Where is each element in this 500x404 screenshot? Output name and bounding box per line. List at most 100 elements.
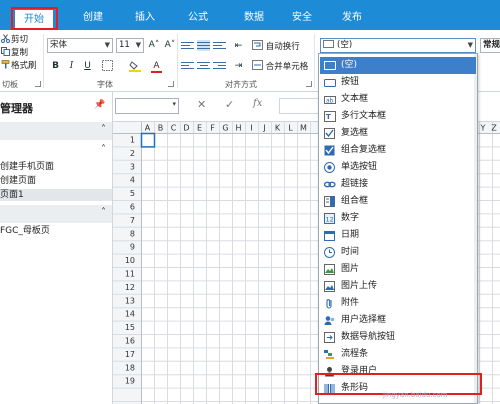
- section-header-1[interactable]: ˄: [0, 122, 112, 140]
- name-box[interactable]: ▾: [115, 98, 179, 114]
- column-header-K: K: [275, 124, 281, 133]
- dropdown-item[interactable]: 超链接: [320, 176, 476, 193]
- dropdown-item[interactable]: 复选框: [320, 125, 476, 142]
- image-control-icon: [324, 264, 336, 275]
- align-center-button[interactable]: [197, 60, 210, 71]
- control-type-select[interactable]: (空) ▼: [320, 38, 476, 53]
- combobox-icon: [324, 196, 336, 207]
- tree-item-page1[interactable]: 页面1: [0, 189, 112, 201]
- dropdown-item[interactable]: 组合复选框: [320, 142, 476, 159]
- border-button[interactable]: [101, 60, 114, 73]
- empty-control-icon: [324, 60, 336, 71]
- tree-item-create-mobile-page[interactable]: 创建手机页面: [0, 161, 112, 173]
- clipboard-launcher[interactable]: [35, 81, 41, 87]
- paint-bucket-icon: [128, 61, 141, 72]
- dropdown-item[interactable]: 流程条: [320, 346, 476, 363]
- collapse-caret-icon: ˄: [101, 144, 106, 155]
- column-header-Z: Z: [491, 124, 497, 133]
- underline-button[interactable]: U: [81, 60, 94, 73]
- number-format-select[interactable]: 常规: [480, 38, 500, 53]
- tab-security[interactable]: 安全: [285, 8, 319, 28]
- section-header-3[interactable]: ˄: [0, 205, 112, 223]
- row-header-11: 11: [125, 270, 135, 279]
- fill-color-button[interactable]: [128, 60, 141, 73]
- wrap-text-button[interactable]: 自动换行: [252, 40, 300, 53]
- dropdown-item-label: 条形码: [341, 383, 369, 393]
- dropdown-item[interactable]: 组合框: [320, 193, 476, 210]
- alignment-launcher[interactable]: [306, 81, 312, 87]
- section-header-2[interactable]: ˄: [0, 142, 112, 160]
- bold-button[interactable]: B: [49, 60, 62, 73]
- align-right-button[interactable]: [213, 60, 226, 71]
- column-header-E: E: [197, 124, 202, 133]
- grow-font-button[interactable]: A˄: [146, 39, 162, 52]
- insert-function-button[interactable]: fx: [253, 98, 262, 109]
- dropdown-item[interactable]: 登录用户: [320, 363, 476, 380]
- format-painter-button[interactable]: 格式刷: [1, 60, 37, 71]
- checkbox-control-icon: [324, 128, 336, 139]
- font-color-swatch: [151, 71, 162, 73]
- dropdown-item[interactable]: (空): [320, 57, 476, 74]
- login-user-icon: [324, 366, 336, 377]
- dropdown-item-label: 复选框: [341, 128, 369, 138]
- dropdown-item[interactable]: 日期: [320, 227, 476, 244]
- font-size-value: 11: [119, 40, 130, 50]
- cancel-formula-button[interactable]: ✕: [197, 98, 206, 111]
- tab-formula[interactable]: 公式: [181, 8, 215, 28]
- svg-text:T: T: [326, 113, 331, 121]
- tab-data[interactable]: 数据: [237, 8, 271, 28]
- shrink-font-button[interactable]: A˅: [162, 39, 178, 52]
- workflow-bar-icon: [324, 349, 336, 360]
- tab-home[interactable]: 开始: [14, 9, 54, 30]
- copy-label: 复制: [11, 48, 29, 58]
- cut-button[interactable]: 剪切: [1, 34, 28, 45]
- tab-create[interactable]: 创建: [76, 8, 110, 28]
- italic-button[interactable]: I: [65, 60, 78, 73]
- increase-indent-button[interactable]: ⇥: [232, 60, 245, 73]
- attachment-icon: [324, 298, 336, 309]
- copy-icon: [1, 47, 10, 56]
- paintbrush-icon: [1, 60, 10, 69]
- dropdown-item[interactable]: ab 文本框: [320, 91, 476, 108]
- font-family-select[interactable]: 宋体 ▼: [47, 38, 113, 53]
- pin-icon[interactable]: 📌: [94, 100, 105, 110]
- dropdown-item-label: 图片: [341, 264, 360, 274]
- dropdown-item[interactable]: 单选按钮: [320, 159, 476, 176]
- decrease-indent-button[interactable]: ⇤: [232, 40, 245, 53]
- merge-center-button[interactable]: 合并单元格: [252, 60, 308, 73]
- tab-insert[interactable]: 插入: [128, 8, 162, 28]
- tab-label: 创建: [83, 12, 103, 23]
- dropdown-item[interactable]: 用户选择框: [320, 312, 476, 329]
- tab-label: 公式: [188, 12, 208, 23]
- textbox-control-icon: ab: [324, 94, 336, 105]
- dropdown-item[interactable]: 数据导航按钮: [320, 329, 476, 346]
- font-color-button[interactable]: A: [150, 60, 163, 73]
- dropdown-item[interactable]: 附件: [320, 295, 476, 312]
- tab-publish[interactable]: 发布: [335, 8, 369, 28]
- tree-item-master-page[interactable]: FGC_母板页: [0, 225, 112, 237]
- dropdown-item[interactable]: 图片上传: [320, 278, 476, 295]
- dropdown-item[interactable]: 按钮: [320, 74, 476, 91]
- number-control-icon: 12: [324, 213, 336, 224]
- align-bottom-button[interactable]: [213, 40, 226, 51]
- align-left-button[interactable]: [181, 60, 194, 71]
- dropdown-item[interactable]: 12 数字: [320, 210, 476, 227]
- font-launcher[interactable]: [168, 81, 174, 87]
- row-header-15: 15: [125, 323, 135, 332]
- dropdown-item[interactable]: 时间: [320, 244, 476, 261]
- align-top-button[interactable]: [181, 40, 194, 51]
- formula-input[interactable]: [279, 98, 319, 114]
- column-header-L: L: [288, 124, 293, 133]
- align-middle-button[interactable]: [197, 40, 210, 51]
- copy-button[interactable]: 复制: [1, 47, 28, 58]
- dropdown-item-label: 组合复选框: [341, 145, 387, 155]
- enter-formula-button[interactable]: ✓: [225, 98, 234, 111]
- collapse-caret-icon: ˄: [101, 124, 106, 135]
- merge-center-label: 合并单元格: [265, 62, 309, 72]
- ribbon-divider: [177, 34, 178, 88]
- dropdown-item[interactable]: T 多行文本框: [320, 108, 476, 125]
- row-header-1: 1: [130, 136, 135, 145]
- tree-item-create-page[interactable]: 创建页面: [0, 175, 112, 187]
- dropdown-item[interactable]: 图片: [320, 261, 476, 278]
- font-size-select[interactable]: 11 ▼: [116, 38, 144, 53]
